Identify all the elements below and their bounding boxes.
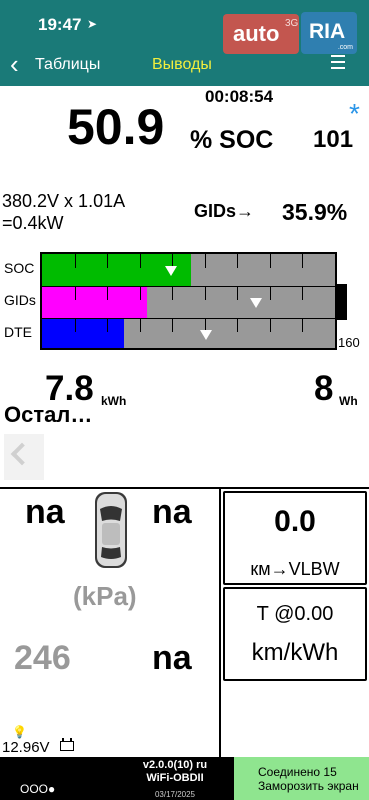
dots-indicator[interactable]: OOO● (20, 782, 55, 796)
network-indicator: 3G (285, 18, 299, 29)
star-icon[interactable]: * (349, 98, 360, 130)
voltage-readout: 380.2V x 1.01A =0.4kW (2, 190, 125, 234)
bar-tick (75, 318, 76, 332)
connection-status: Соединено 15 (258, 765, 337, 779)
watermark-logo: auto 3G RIA .com (223, 12, 357, 54)
bar-tick (302, 318, 303, 332)
bar-tick (107, 254, 108, 268)
bar-marker-soc (165, 266, 177, 276)
bottom-bar: OOO● v2.0.0(10) ru WiFi-OBDII 03/17/2025… (0, 757, 369, 800)
bar-marker-dte (200, 330, 212, 340)
bar-tick (140, 318, 141, 332)
car-icon (95, 492, 127, 568)
build-date: 03/17/2025 (154, 790, 196, 799)
top-bar: 19:47 ➤ auto 3G RIA .com ‹ Таблицы Выводы (0, 0, 369, 86)
bar-tick (172, 286, 173, 300)
bar-tick (270, 254, 271, 268)
bar-tick (270, 286, 271, 300)
bar-tick (107, 318, 108, 332)
battery-bars (40, 252, 337, 350)
divider-vertical (219, 489, 221, 757)
chevron-left-icon: ‹ (10, 49, 19, 79)
freeze-screen-button[interactable]: Соединено 15 Заморозить экран (234, 757, 369, 800)
bar-tick (140, 286, 141, 300)
gids-percent: 35.9% (282, 199, 348, 225)
bar-separator (42, 286, 335, 287)
menu-icon[interactable] (331, 51, 345, 69)
bar-tick (75, 286, 76, 300)
wh-value: 8 (314, 369, 334, 408)
tire-rear-right: na (152, 639, 192, 677)
bar-label-soc: SOC (4, 260, 35, 276)
trip-timer: 00:08:54 (205, 87, 274, 106)
tire-front-left: na (25, 493, 65, 531)
soc-count: 101 (313, 126, 354, 153)
bar-separator (42, 318, 335, 319)
location-arrow-icon: ➤ (87, 17, 98, 31)
back-swipe-handle[interactable] (4, 434, 44, 480)
range-box[interactable]: 0.0 км→VLBW (223, 491, 367, 585)
energy-unit: kWh (101, 394, 127, 408)
remaining-label: Остал… (4, 402, 93, 427)
bar-tick (302, 254, 303, 268)
bar-label-gids: GIDs (4, 292, 36, 308)
bar-tick (237, 254, 238, 268)
efficiency-unit: km/kWh (251, 639, 339, 666)
bar-tick (172, 318, 173, 332)
bar-tick (205, 254, 206, 268)
battery-icon (60, 738, 74, 751)
outputs-tab[interactable]: Выводы (152, 56, 212, 74)
power-kw: =0.4kW (2, 213, 64, 233)
battery-terminal (337, 284, 347, 320)
adapter-name: WiFi-OBDII (146, 772, 204, 784)
pressure-unit: (kPa) (73, 581, 137, 611)
gids-label: GIDs→ (194, 201, 255, 221)
efficiency-box[interactable]: T @0.00 km/kWh (223, 587, 367, 681)
efficiency-value: T @0.00 (256, 603, 334, 625)
freeze-screen-label: Заморозить экран (258, 779, 359, 793)
range-value: 0.0 (274, 505, 316, 538)
version-info: v2.0.0(10) ru WiFi-OBDII (120, 759, 230, 785)
tire-rear-left: 246 (14, 639, 71, 677)
bar-label-dte: DTE (4, 324, 32, 340)
bar-tick (237, 286, 238, 300)
soc-unit: % SOC (190, 126, 274, 154)
main-panel: 00:08:54 50.9 % SOC 101 * 380.2V x 1.01A… (0, 86, 369, 486)
tire-pressure-panel: na na (kPa) 246 na 💡 12.96V (0, 489, 219, 757)
lightbulb-icon: 💡 (12, 725, 27, 739)
bar-tick (75, 254, 76, 268)
voltage-current: 380.2V x 1.01A (2, 191, 126, 211)
bar-fill-gids (42, 286, 147, 318)
aux-battery-voltage: 12.96V (2, 739, 50, 756)
status-time: 19:47 (38, 15, 82, 34)
bar-tick (140, 254, 141, 268)
bar-marker-gids (250, 298, 262, 308)
watermark-ria: RIA .com (301, 12, 357, 54)
bar-tick (270, 318, 271, 332)
bar-fill-dte (42, 318, 124, 348)
back-label: Таблицы (35, 56, 101, 73)
bar-tick (302, 286, 303, 300)
bar-tick (237, 318, 238, 332)
tire-front-right: na (152, 493, 192, 531)
bar-tick (205, 286, 206, 300)
app-version: v2.0.0(10) ru (142, 759, 208, 771)
scale-max: 160 (338, 335, 360, 350)
wh-unit: Wh (339, 394, 358, 408)
soc-value: 50.9 (67, 99, 165, 155)
bar-tick (107, 286, 108, 300)
range-unit: км→VLBW (250, 559, 340, 579)
